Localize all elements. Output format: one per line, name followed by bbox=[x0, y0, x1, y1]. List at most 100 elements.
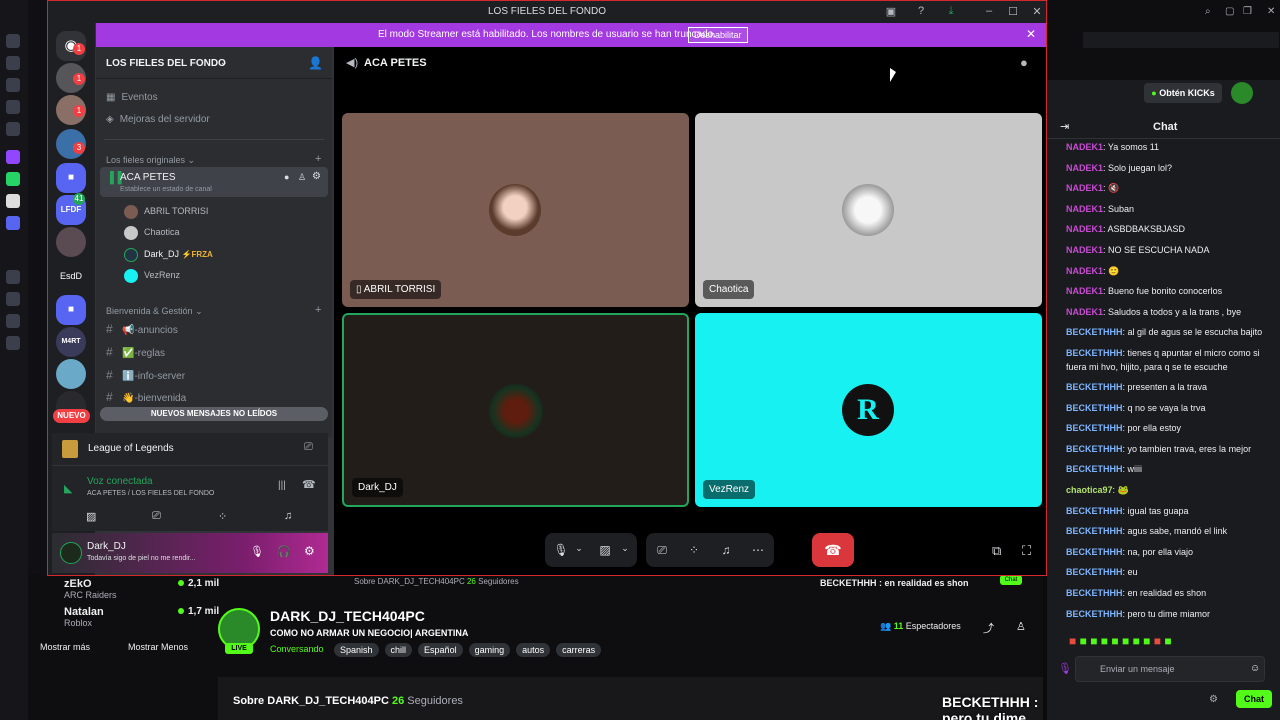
help-icon[interactable]: ? bbox=[914, 5, 928, 17]
show-less-link[interactable]: Mostrar Menos bbox=[128, 642, 188, 652]
chat-username[interactable]: NADEK1 bbox=[1066, 266, 1103, 276]
chat-username[interactable]: BECKETHHH bbox=[1066, 506, 1123, 516]
recommended-streamer[interactable]: zEkO ARC Raiders bbox=[64, 578, 117, 600]
disconnect-button[interactable]: ☎ bbox=[812, 533, 854, 567]
text-channel[interactable]: # ✅-reglas bbox=[106, 342, 326, 362]
get-kicks-button[interactable]: ● Obtén KICKs bbox=[1144, 83, 1222, 103]
tab-icon[interactable]: ▢ bbox=[1225, 6, 1234, 17]
chat-username[interactable]: chaotica97 bbox=[1066, 485, 1113, 495]
camera-off-icon[interactable]: ▨ bbox=[597, 543, 613, 557]
microphone-icon[interactable]: 🎙 bbox=[553, 543, 569, 557]
chat-username[interactable]: BECKETHHH bbox=[1066, 444, 1123, 454]
avatar[interactable] bbox=[60, 542, 82, 564]
channel-name[interactable]: DARK_DJ_TECH404PC bbox=[270, 608, 425, 624]
activities-icon[interactable]: ⁘ bbox=[218, 510, 227, 523]
extension-icon[interactable] bbox=[6, 270, 20, 284]
extension-icon[interactable] bbox=[6, 56, 20, 70]
add-channel-icon[interactable]: + bbox=[315, 304, 321, 316]
screen-share-icon[interactable]: ⎚ bbox=[654, 543, 670, 558]
extension-icon[interactable] bbox=[6, 100, 20, 114]
tag[interactable]: Español bbox=[418, 643, 463, 657]
chat-username[interactable]: NADEK1 bbox=[1066, 183, 1103, 193]
screen-share-icon[interactable]: ⎚ bbox=[304, 441, 313, 454]
voice-user[interactable]: Chaotica bbox=[124, 223, 180, 241]
participant-tile-speaking[interactable]: Dark_DJ bbox=[342, 313, 689, 507]
chat-username[interactable]: BECKETHHH bbox=[1066, 403, 1123, 413]
settings-icon[interactable]: ⚙ bbox=[1209, 694, 1218, 705]
tag[interactable]: autos bbox=[516, 643, 551, 657]
chat-username[interactable]: BECKETHHH bbox=[1066, 348, 1123, 358]
chat-input[interactable]: 🎙 Enviar un mensaje ☺ bbox=[1058, 656, 1265, 682]
participant-tile[interactable]: Chaotica bbox=[695, 113, 1042, 307]
microphone-icon[interactable]: 🎙 bbox=[1058, 662, 1072, 675]
chat-username[interactable]: BECKETHHH bbox=[1066, 464, 1123, 474]
participant-tile[interactable]: R VezRenz bbox=[695, 313, 1042, 507]
chat-username[interactable]: NADEK1 bbox=[1066, 142, 1103, 152]
voice-user[interactable]: VezRenz bbox=[124, 266, 180, 284]
chat-username[interactable]: NADEK1 bbox=[1066, 224, 1103, 234]
chat-username[interactable]: BECKETHHH bbox=[1066, 567, 1123, 577]
share-icon[interactable]: ⤴ bbox=[983, 620, 994, 636]
emoji-icon[interactable]: ☺ bbox=[1250, 663, 1260, 674]
text-channel[interactable]: # 👋-bienvenida bbox=[106, 387, 326, 407]
extension-icon[interactable] bbox=[6, 122, 20, 136]
emote-icon[interactable]: ■ bbox=[1133, 634, 1140, 648]
collapse-chat-icon[interactable]: ⇥ bbox=[1060, 120, 1069, 133]
add-member-icon[interactable]: 👤 bbox=[308, 56, 323, 70]
emote-icon[interactable]: ■ bbox=[1069, 634, 1076, 648]
close-banner-icon[interactable]: ✕ bbox=[1026, 27, 1036, 41]
send-chat-button[interactable]: Chat bbox=[1236, 690, 1272, 708]
chat-username[interactable]: BECKETHHH bbox=[1066, 588, 1123, 598]
chat-username[interactable]: NADEK1 bbox=[1066, 245, 1103, 255]
new-messages-bar[interactable]: NUEVOS MENSAJES NO LEÍDOS bbox=[100, 407, 328, 421]
tag[interactable]: Spanish bbox=[334, 643, 379, 657]
server-header[interactable]: LOS FIELES DEL FONDO ⌄ 👤 bbox=[96, 47, 332, 79]
stream-category[interactable]: Conversando bbox=[270, 644, 324, 654]
chat-icon[interactable]: ● bbox=[284, 172, 289, 182]
signal-icon[interactable]: ◣ bbox=[64, 482, 72, 495]
noise-suppression-icon[interactable]: ||| bbox=[278, 480, 286, 491]
avatar[interactable] bbox=[1231, 82, 1253, 104]
close-icon[interactable]: ✕ bbox=[1030, 5, 1044, 18]
chat-username[interactable]: BECKETHHH bbox=[1066, 526, 1123, 536]
mini-chat-button[interactable]: Chat bbox=[1000, 575, 1022, 585]
activity-panel[interactable]: League of Legends ⎚ bbox=[52, 433, 328, 465]
voice-channel-active[interactable]: ▐▐ ACA PETES Establece un estado de cana… bbox=[100, 167, 328, 197]
camera-off-icon[interactable]: ▨ bbox=[86, 510, 96, 523]
custom-status[interactable]: Todavía sigo de piel no me rendir... bbox=[87, 555, 196, 562]
screen-share-icon[interactable]: ⎚ bbox=[152, 510, 161, 523]
emote-icon[interactable]: ■ bbox=[1164, 634, 1171, 648]
headphones-icon[interactable]: 🎧 bbox=[277, 545, 291, 558]
new-badge[interactable]: NUEVO bbox=[53, 409, 90, 423]
username[interactable]: Dark_DJ bbox=[87, 541, 126, 552]
fullscreen-icon[interactable]: ⛶ bbox=[1022, 543, 1031, 559]
download-icon[interactable]: ⤓ bbox=[944, 5, 958, 18]
activities-icon[interactable]: ⁘ bbox=[686, 543, 702, 557]
text-channel[interactable]: # ℹ️-info-server bbox=[106, 365, 326, 385]
extension-icon[interactable] bbox=[6, 292, 20, 306]
chat-username[interactable]: BECKETHHH bbox=[1066, 423, 1123, 433]
emote-icon[interactable]: ■ bbox=[1101, 634, 1108, 648]
disconnect-icon[interactable]: ☎ bbox=[302, 478, 316, 491]
settings-icon[interactable] bbox=[6, 336, 20, 350]
inbox-icon[interactable]: ▣ bbox=[884, 5, 898, 18]
server-icon[interactable] bbox=[56, 227, 86, 257]
tag[interactable]: gaming bbox=[468, 643, 511, 657]
chevron-down-icon[interactable]: ⌄ bbox=[571, 543, 587, 554]
disable-streamer-button[interactable]: Deshabilitar bbox=[688, 27, 748, 43]
restore-icon[interactable]: ❐ bbox=[1243, 6, 1252, 17]
voice-connected-label[interactable]: Voz conectada bbox=[87, 476, 153, 487]
emote-icon[interactable]: ■ bbox=[1143, 634, 1150, 648]
chat-username[interactable]: NADEK1 bbox=[1066, 204, 1103, 214]
boosts-item[interactable]: ◈ Mejoras del servidor bbox=[106, 111, 210, 129]
folder-icon[interactable]: ■ bbox=[56, 163, 86, 193]
recommended-streamer[interactable]: Natalan Roblox bbox=[64, 606, 104, 628]
minimize-icon[interactable]: – bbox=[982, 5, 996, 17]
settings-icon[interactable]: ⚙ bbox=[312, 171, 321, 182]
chat-username[interactable]: NADEK1 bbox=[1066, 286, 1103, 296]
chat-username[interactable]: BECKETHHH bbox=[1066, 327, 1123, 337]
close-icon[interactable]: ✕ bbox=[1267, 6, 1275, 17]
invite-icon[interactable]: ♙ bbox=[298, 172, 306, 183]
pop-out-icon[interactable]: ⧉ bbox=[992, 543, 1001, 559]
search-icon[interactable]: ⌕ bbox=[1205, 6, 1211, 17]
